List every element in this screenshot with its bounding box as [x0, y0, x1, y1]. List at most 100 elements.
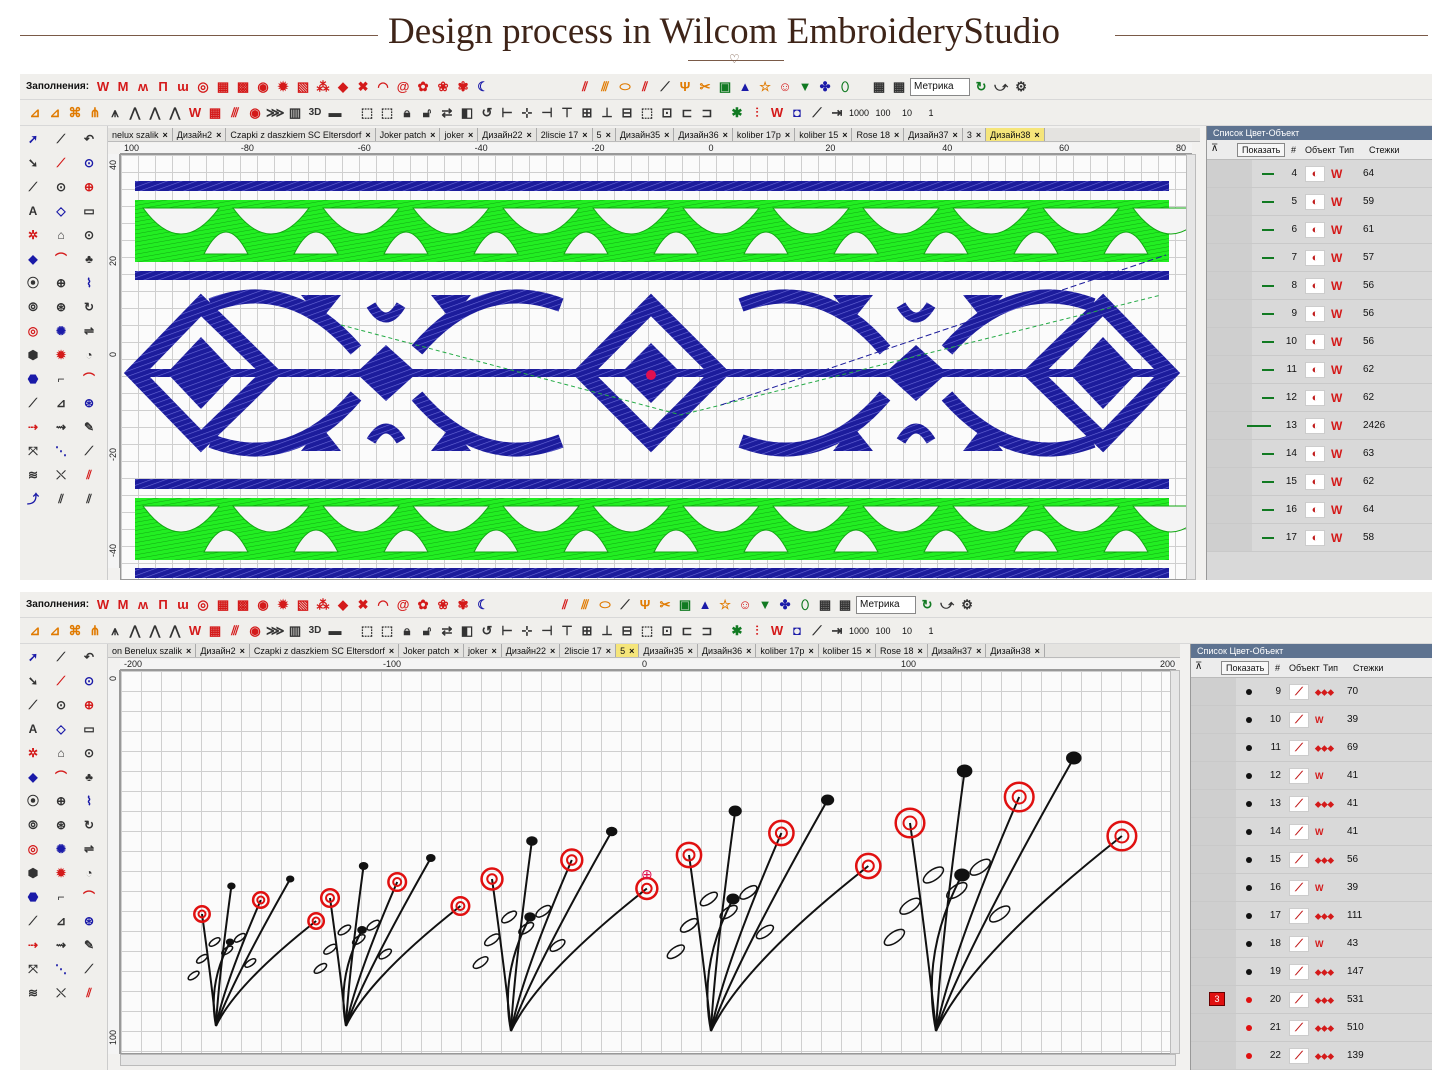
align-top-icon[interactable]: ⊤	[558, 104, 576, 122]
bug-icon[interactable]: ✱	[728, 104, 746, 122]
close-tab-icon[interactable]: ×	[1035, 646, 1040, 656]
ruler-icon[interactable]: ⊐	[698, 622, 716, 640]
tool-3-icon[interactable]: ⌘	[66, 622, 84, 640]
fill-bubble-icon[interactable]: ✾	[454, 596, 472, 614]
travel-icon[interactable]: ⇥	[828, 622, 846, 640]
close-tab-icon[interactable]: ×	[842, 130, 847, 140]
list-item[interactable]: 4 ◐ W 64	[1207, 160, 1432, 188]
tool-1-icon[interactable]: ⊿	[26, 622, 44, 640]
list-item[interactable]: 9 ⟋ ⬥⬥⬥ 70	[1191, 678, 1432, 706]
design-tab[interactable]: 5 ×	[593, 128, 616, 141]
align-bottom-icon[interactable]: ⊥	[598, 622, 616, 640]
up-icon[interactable]: ⤴	[24, 490, 42, 508]
design-tab[interactable]: Czapki z daszkiem SC Eltersdorf ×	[226, 128, 376, 141]
close-tab-icon[interactable]: ×	[468, 130, 473, 140]
needle-icon[interactable]: ⟋	[808, 622, 826, 640]
stroke-icon[interactable]: ⟋	[24, 394, 42, 412]
design-tab[interactable]: Дизайн2 ×	[173, 128, 227, 141]
list-item[interactable]: 12 ⟋ W 41	[1191, 762, 1432, 790]
cog-icon[interactable]: ⊛	[80, 394, 98, 412]
fill-gear-icon[interactable]: ✹	[274, 78, 292, 96]
tool-5-icon[interactable]: ⩚	[106, 622, 124, 640]
bug-icon[interactable]: ✱	[728, 622, 746, 640]
burst-icon[interactable]: ✹	[52, 346, 70, 364]
3d-icon[interactable]: 3D	[306, 104, 324, 122]
step-100[interactable]: 100	[872, 108, 894, 118]
hoop-icon[interactable]: ⬯	[836, 78, 854, 96]
circle2-icon[interactable]: ⊙	[80, 744, 98, 762]
fill-satin-icon[interactable]: ʍ	[134, 78, 152, 96]
text-icon[interactable]: A	[24, 720, 42, 738]
tool-6-icon[interactable]: ⋀	[126, 622, 144, 640]
needle-icon[interactable]: ⟋	[80, 960, 98, 978]
arrange-icon[interactable]: ⊏	[678, 622, 696, 640]
close-tab-icon[interactable]: ×	[240, 646, 245, 656]
fill-satin-icon[interactable]: ʍ	[134, 596, 152, 614]
fill-loop-icon[interactable]: ◎	[194, 596, 212, 614]
cross-icon[interactable]: ⤧	[24, 960, 42, 978]
list-item[interactable]: 13 ⟋ ⬥⬥⬥ 41	[1191, 790, 1432, 818]
align-right-icon[interactable]: ⊣	[538, 104, 556, 122]
units-select-2[interactable]: Метрика	[856, 595, 917, 614]
measure-icon[interactable]: ↻	[972, 78, 990, 96]
gear-icon[interactable]: ⊕	[52, 792, 70, 810]
pen-icon[interactable]: ⟋	[24, 178, 42, 196]
close-tab-icon[interactable]: ×	[389, 646, 394, 656]
close-tab-icon[interactable]: ×	[629, 646, 634, 656]
line-icon[interactable]: ▬	[326, 622, 344, 640]
link-icon[interactable]: ⤻	[938, 596, 956, 614]
corner-icon[interactable]: ⌐	[52, 370, 70, 388]
stitch2-icon[interactable]: ⫽	[52, 490, 70, 508]
select-box-icon[interactable]: ⬚	[358, 104, 376, 122]
tool-4-icon[interactable]: ⋔	[86, 104, 104, 122]
rotate-icon[interactable]: ↺	[478, 104, 496, 122]
fill-step-icon[interactable]: Π	[154, 78, 172, 96]
ring2-icon[interactable]: ◎	[24, 840, 42, 858]
align-center-icon[interactable]: ⊹	[518, 104, 536, 122]
hex-fill-icon[interactable]: ⬣	[24, 888, 42, 906]
star-icon[interactable]: ✲	[24, 744, 42, 762]
scissors-icon[interactable]: ✂	[696, 78, 714, 96]
fill-diag-icon[interactable]: ▧	[294, 78, 312, 96]
show-button[interactable]: Показать	[1237, 143, 1286, 157]
tool-14-icon[interactable]: ▥	[286, 104, 304, 122]
list-item[interactable]: 22 ⟋ ⬥⬥⬥ 139	[1191, 1042, 1432, 1070]
feather-icon[interactable]: ⫻	[576, 596, 594, 614]
squiggle-icon[interactable]: ⇝	[52, 936, 70, 954]
tool-10-icon[interactable]: ▦	[206, 622, 224, 640]
close-tab-icon[interactable]: ×	[216, 130, 221, 140]
shapes-icon[interactable]: ▲	[696, 596, 714, 614]
design-tab[interactable]: 5 ×	[616, 644, 640, 657]
cup-icon[interactable]: ◘	[788, 622, 806, 640]
pen-icon[interactable]: ⟋	[24, 696, 42, 714]
align-center-icon[interactable]: ⊹	[518, 622, 536, 640]
palette-icon[interactable]: ✤	[816, 78, 834, 96]
close-tab-icon[interactable]: ×	[746, 646, 751, 656]
close-tab-icon[interactable]: ×	[526, 130, 531, 140]
reshape-icon[interactable]: ⟋	[52, 648, 70, 666]
close-tab-icon[interactable]: ×	[1034, 130, 1039, 140]
align-middle-icon[interactable]: ⊞	[578, 622, 596, 640]
mixed-icon[interactable]: ⤬	[52, 984, 70, 1002]
design-tab[interactable]: Дизайн36 ×	[698, 644, 757, 657]
tool-10-icon[interactable]: ▦	[206, 104, 224, 122]
diag-icon[interactable]: ⋱	[52, 960, 70, 978]
mask-icon[interactable]: ☺	[736, 596, 754, 614]
design-tab[interactable]: Czapki z daszkiem SC Eltersdorf ×	[250, 644, 400, 657]
fill-diag-icon[interactable]: ▧	[294, 596, 312, 614]
design-tab[interactable]: Дизайн22 ×	[478, 128, 537, 141]
list-item[interactable]: 6 ◐ W 61	[1207, 216, 1432, 244]
circle-icon[interactable]: ⊙	[80, 154, 98, 172]
close-tab-icon[interactable]: ×	[491, 646, 496, 656]
tool-14-icon[interactable]: ▥	[286, 622, 304, 640]
undo-icon[interactable]: ↶	[80, 130, 98, 148]
star-icon[interactable]: ☆	[716, 596, 734, 614]
list-item[interactable]: 5 ◐ W 59	[1207, 188, 1432, 216]
design-tab[interactable]: Дизайн38 ×	[986, 644, 1045, 657]
close-tab-icon[interactable]: ×	[953, 130, 958, 140]
list-item[interactable]: 10 ◐ W 56	[1207, 328, 1432, 356]
step-1[interactable]: 1	[920, 626, 942, 636]
sequence-icon[interactable]: ⇄	[438, 104, 456, 122]
target-icon[interactable]: ⊕	[80, 696, 98, 714]
mixed-icon[interactable]: ⤬	[52, 466, 70, 484]
